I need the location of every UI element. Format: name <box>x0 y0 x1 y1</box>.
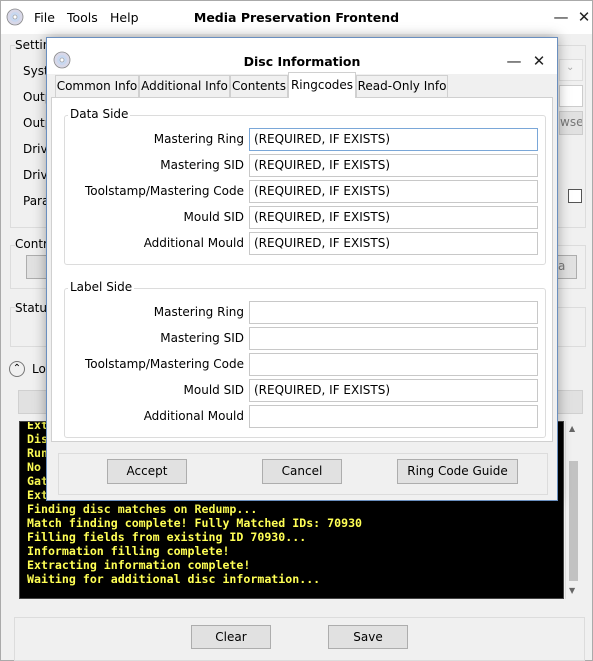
minimize-icon[interactable]: — <box>504 51 524 71</box>
scrollbar-thumb[interactable] <box>569 461 578 581</box>
log-scrollbar[interactable]: ▲ ▼ <box>565 421 581 599</box>
scroll-up-icon[interactable]: ▲ <box>569 424 575 433</box>
label-side-field-label: Mould SID <box>183 383 244 397</box>
log-line: Dis <box>27 432 48 446</box>
tab-label: Additional Info <box>141 79 228 93</box>
save-button[interactable]: Save <box>328 625 408 649</box>
tab-ringcodes[interactable]: Ringcodes <box>288 72 356 98</box>
label-side-field-label: Additional Mould <box>143 409 244 423</box>
label-side-field-input[interactable]: (REQUIRED, IF EXISTS) <box>249 379 538 402</box>
tab-contents[interactable]: Contents <box>230 75 288 97</box>
log-line: Waiting for additional disc information.… <box>27 572 321 586</box>
log-line: Information filling complete! <box>27 544 230 558</box>
main-window-title: Media Preservation Frontend <box>193 10 400 25</box>
data-side-field-label: Mastering SID <box>160 158 244 172</box>
label-side-field-input[interactable] <box>249 353 538 376</box>
label-side-field-input[interactable] <box>249 301 538 324</box>
controls-group-label: Contr <box>15 237 48 251</box>
clear-button-label: Clear <box>215 630 247 644</box>
data-side-field-input[interactable]: (REQUIRED, IF EXISTS) <box>249 180 538 203</box>
log-line: Filling fields from existing ID 70930... <box>27 530 307 544</box>
tab-read-only-info[interactable]: Read-Only Info <box>356 75 448 97</box>
data-side-field-input[interactable]: (REQUIRED, IF EXISTS) <box>249 206 538 229</box>
data-side-field-label: Mastering Ring <box>153 132 244 146</box>
cancel-button-label: Cancel <box>281 464 323 478</box>
system-dropdown[interactable]: ⌄ <box>559 59 583 81</box>
settings-row-label: Syst <box>23 64 49 78</box>
browse-button[interactable]: wse <box>559 111 583 135</box>
tab-label: Contents <box>232 79 286 93</box>
log-line: Finding disc matches on Redump... <box>27 502 258 516</box>
tab-label: Read-Only Info <box>357 79 447 93</box>
ring-code-guide-button-label: Ring Code Guide <box>407 464 508 478</box>
save-button-label: Save <box>353 630 383 644</box>
browse-button-label: wse <box>560 115 583 129</box>
data-side-field-label: Mould SID <box>183 210 244 224</box>
controls-button[interactable]: a <box>557 255 577 279</box>
tab-label: Ringcodes <box>290 78 354 92</box>
accept-button[interactable]: Accept <box>107 459 187 484</box>
output-directory-field[interactable] <box>559 85 583 107</box>
log-line: Extracting information complete! <box>27 558 251 572</box>
close-icon[interactable]: ✕ <box>529 51 549 71</box>
label-side-title: Label Side <box>68 280 135 294</box>
log-line: No <box>27 460 48 474</box>
parameters-checkbox[interactable] <box>568 189 582 203</box>
chevron-down-icon: ⌄ <box>566 62 575 73</box>
log-line: Ext <box>27 421 48 432</box>
data-side-field-input[interactable]: (REQUIRED, IF EXISTS) <box>249 128 538 151</box>
disc-information-dialog: Disc Information — ✕ Common Info Additio… <box>46 37 558 501</box>
collapse-chevron-icon[interactable]: ⌃ <box>9 361 25 377</box>
label-side-field-label: Mastering SID <box>160 331 244 345</box>
data-side-title: Data Side <box>68 107 131 121</box>
log-expander-label[interactable]: Lo <box>32 362 46 376</box>
data-side-field-input[interactable]: (REQUIRED, IF EXISTS) <box>249 232 538 255</box>
ringcodes-tab-page: Data Side Mastering Ring (REQUIRED, IF EX… <box>51 97 553 442</box>
label-side-field-input[interactable] <box>249 327 538 350</box>
tab-common-info[interactable]: Common Info <box>55 75 139 97</box>
controls-button-label: a <box>558 259 566 273</box>
settings-row-label: Driv <box>23 168 48 182</box>
scroll-down-icon[interactable]: ▼ <box>569 586 575 595</box>
log-line: Gat <box>27 474 48 488</box>
label-side-field-input[interactable] <box>249 405 538 428</box>
dialog-title: Disc Information <box>243 54 361 69</box>
label-side-field-label: Toolstamp/Mastering Code <box>84 357 244 371</box>
log-line: Match finding complete! Fully Matched ID… <box>27 516 363 530</box>
main-titlebar: File Tools Help Media Preservation Front… <box>1 1 592 34</box>
data-side-field-label: Toolstamp/Mastering Code <box>84 184 244 198</box>
bottom-button-panel <box>14 617 585 661</box>
cancel-button[interactable]: Cancel <box>262 459 342 484</box>
label-side-field-label: Mastering Ring <box>153 305 244 319</box>
tab-additional-info[interactable]: Additional Info <box>139 75 230 97</box>
clear-button[interactable]: Clear <box>191 625 271 649</box>
minimize-icon[interactable]: — <box>551 7 571 27</box>
data-side-field-label: Additional Mould <box>143 236 244 250</box>
log-line: Ext <box>27 488 48 502</box>
data-side-field-input[interactable]: (REQUIRED, IF EXISTS) <box>249 154 538 177</box>
dialog-titlebar: Disc Information — ✕ <box>47 38 557 74</box>
close-icon[interactable]: ✕ <box>574 7 593 27</box>
tab-label: Common Info <box>56 79 138 93</box>
log-line: Run <box>27 446 48 460</box>
ring-code-guide-button[interactable]: Ring Code Guide <box>397 459 518 484</box>
settings-row-label: Driv <box>23 142 48 156</box>
accept-button-label: Accept <box>126 464 168 478</box>
